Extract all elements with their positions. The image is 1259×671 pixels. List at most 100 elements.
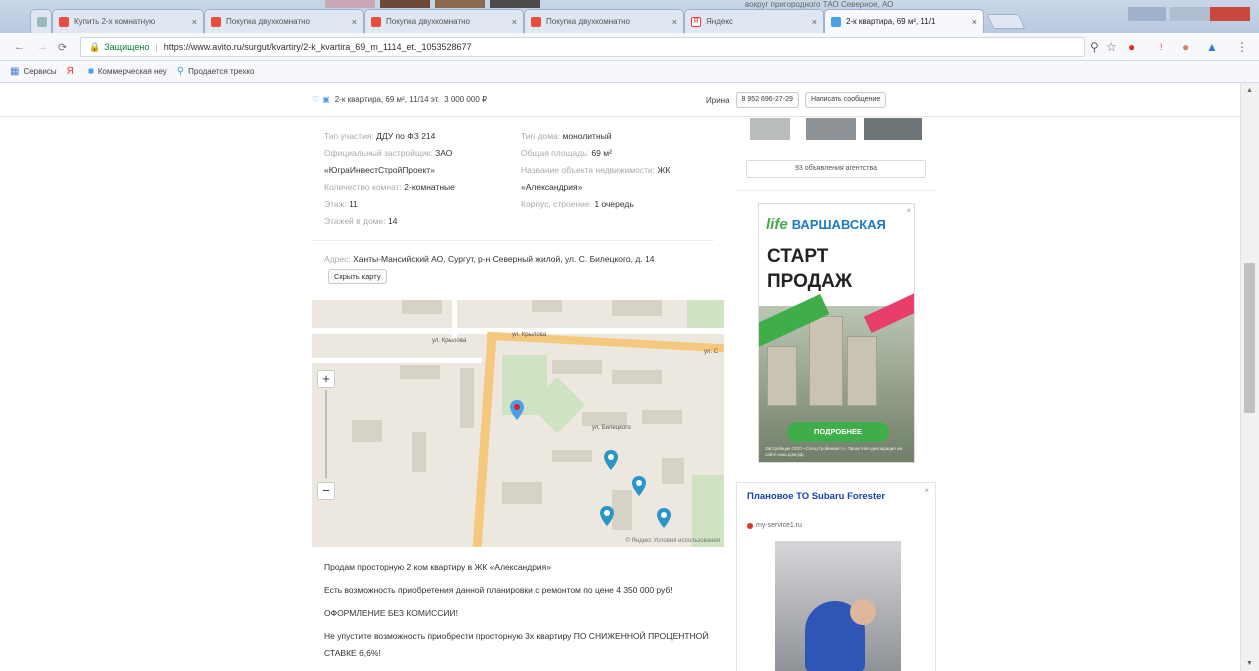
- close-icon[interactable]: ×: [968, 17, 977, 27]
- minimize-button[interactable]: [1170, 7, 1190, 21]
- tab-label: Покупка двухкомнатно: [546, 17, 630, 26]
- map-road: [312, 358, 482, 363]
- close-icon[interactable]: ×: [924, 486, 929, 495]
- close-icon[interactable]: ×: [508, 17, 517, 27]
- listing-description: Продам просторную 2 ком квартиру в ЖК «А…: [324, 559, 719, 668]
- page-icon: [37, 16, 47, 27]
- tab-4[interactable]: Я Яндекс ×: [684, 9, 824, 33]
- extension-icon[interactable]: ●: [1182, 40, 1189, 54]
- bookmark-apps[interactable]: ▦ Сервисы: [10, 66, 57, 77]
- page-scrollbar[interactable]: ▲ ▼: [1240, 83, 1259, 671]
- phone-button[interactable]: 8 952 696-27-29: [735, 92, 799, 108]
- ad-title[interactable]: Плановое ТО Subaru Forester: [747, 491, 897, 503]
- zoom-in-button[interactable]: +: [317, 370, 335, 388]
- ad-cta-button[interactable]: ПОДРОБНЕЕ: [787, 422, 889, 442]
- listing-title: 2-к квартира, 69 м², 11/14 эт.: [334, 95, 440, 104]
- tab-label: 2-к квартира, 69 м², 11/1: [846, 17, 936, 26]
- apps-icon: ▦: [10, 66, 20, 77]
- param-row: Название объекта недвижимости: ЖК «Алекс…: [521, 162, 711, 196]
- listing-sticky-bar: ♡ ▣ 2-к квартира, 69 м², 11/14 эт. 3 000…: [0, 83, 1240, 117]
- map[interactable]: ул. Крылова ул. Крылова ул. С ул. Билецк…: [312, 300, 724, 547]
- close-icon[interactable]: ×: [808, 17, 817, 27]
- param-value: монолитный: [562, 131, 612, 141]
- close-window-button[interactable]: [1210, 7, 1250, 21]
- close-icon[interactable]: ×: [348, 17, 357, 27]
- ad-subaru[interactable]: × Плановое ТО Subaru Forester my-service…: [736, 482, 936, 671]
- ad-banner-varshavskaya[interactable]: × life ВАРШАВСКАЯ СТАРТ ПРОДАЖ ПОДРОБНЕЕ …: [758, 203, 915, 463]
- tab-0[interactable]: Купить 2-х комнатную ×: [52, 9, 204, 33]
- ad-domain[interactable]: my-service1.ru: [747, 522, 802, 529]
- tab-3[interactable]: Покупка двухкомнатно ×: [524, 9, 684, 33]
- heart-icon[interactable]: ♡: [312, 95, 319, 104]
- map-pin-icon[interactable]: [510, 400, 524, 420]
- tab-pinned[interactable]: [30, 9, 52, 33]
- browser-tab-strip: вокруг пригородного ТАО Северное, АО Куп…: [0, 0, 1259, 33]
- bookmarks-bar: ▦ Сервисы Я ■ Коммерческая неу ⚲ Продается …: [0, 61, 1259, 83]
- map-pin-icon[interactable]: [632, 476, 646, 496]
- zoom-slider-track[interactable]: [325, 390, 327, 478]
- map-attribution[interactable]: © Яндекс Условия использования: [625, 538, 720, 544]
- back-arrow-icon[interactable]: ←: [14, 41, 25, 53]
- param-label: Количество комнат:: [324, 182, 402, 192]
- agency-photo[interactable]: [806, 118, 856, 140]
- map-pin-icon[interactable]: [600, 506, 614, 526]
- menu-icon[interactable]: ⋮: [1236, 40, 1248, 54]
- star-icon[interactable]: ☆: [1106, 40, 1117, 54]
- agency-listings-button[interactable]: 93 объявления агентства: [746, 160, 926, 178]
- map-building: [460, 368, 474, 428]
- param-row: Этаж: 11: [324, 196, 514, 213]
- ad-building: [847, 336, 877, 406]
- map-building: [662, 458, 684, 484]
- map-building: [642, 410, 682, 424]
- bookmark-commercial[interactable]: ■ Коммерческая неу: [88, 66, 167, 77]
- tab-1[interactable]: Покупка двухкомнатно ×: [204, 9, 364, 33]
- tab-5-active[interactable]: 2-к квартира, 69 м², 11/1 ×: [824, 9, 984, 33]
- param-value: 69 м²: [591, 148, 612, 158]
- map-pin-icon[interactable]: [657, 508, 671, 528]
- map-building: [502, 482, 542, 504]
- agency-photo[interactable]: [750, 118, 790, 140]
- extension-icon[interactable]: !: [1160, 42, 1163, 52]
- forward-arrow-icon[interactable]: →: [37, 41, 48, 53]
- avito-icon: [531, 16, 541, 27]
- maximize-button[interactable]: [1190, 7, 1210, 21]
- map-pin-icon[interactable]: [604, 450, 618, 470]
- map-building: [582, 412, 627, 426]
- address-bar[interactable]: 🔒 Защищено | https://www.avito.ru/surgut/kv…: [80, 37, 1085, 57]
- agency-photo[interactable]: [864, 118, 922, 140]
- tab-label: Яндекс: [706, 17, 733, 26]
- scroll-thumb[interactable]: [1244, 263, 1255, 413]
- close-icon[interactable]: ×: [906, 206, 911, 215]
- hide-map-button[interactable]: Скрыть карту: [328, 269, 387, 284]
- seller-name: Ирина: [706, 95, 730, 105]
- description-paragraph: Есть возможность приобретения данной пла…: [324, 585, 673, 595]
- reload-icon[interactable]: ⟳: [58, 41, 67, 54]
- search-icon[interactable]: ⚲: [1090, 40, 1099, 54]
- new-tab-button[interactable]: [986, 14, 1026, 29]
- thumbnail-image: [380, 0, 430, 8]
- extension-icon[interactable]: ▲: [1206, 40, 1218, 54]
- extension-icon[interactable]: ●: [1128, 40, 1135, 54]
- compare-icon[interactable]: ▣: [322, 95, 330, 104]
- message-button[interactable]: Написать сообщение: [804, 92, 887, 108]
- description-paragraph: Не упустите возможность приобрести прост…: [324, 631, 709, 658]
- close-icon[interactable]: ×: [188, 17, 197, 27]
- close-icon[interactable]: ×: [668, 17, 677, 27]
- street-label: ул. Крылова: [432, 338, 467, 344]
- ad-building: [767, 346, 797, 406]
- scroll-down-arrow-icon[interactable]: ▼: [1246, 660, 1253, 667]
- zoom-out-button[interactable]: −: [317, 482, 335, 500]
- description-paragraph: Продам просторную 2 ком квартиру в ЖК «А…: [324, 562, 552, 572]
- map-building: [612, 300, 662, 316]
- profile-button[interactable]: [1128, 7, 1166, 21]
- param-label: Тип дома:: [521, 131, 561, 141]
- ad-image[interactable]: [775, 541, 901, 671]
- tab-2[interactable]: Покупка двухкомнатно ×: [364, 9, 524, 33]
- bookmark-three-room[interactable]: ⚲ Продается трехко: [177, 66, 255, 77]
- bookmark-yandex[interactable]: Я: [67, 66, 78, 77]
- avito-icon: [211, 16, 221, 27]
- scroll-up-arrow-icon[interactable]: ▲: [1246, 87, 1253, 94]
- param-row: Официальный застройщик: ЗАО «ЮграИнвестС…: [324, 145, 514, 179]
- ad-brand: life ВАРШАВСКАЯ: [766, 216, 886, 233]
- param-label: Этаж:: [324, 199, 347, 209]
